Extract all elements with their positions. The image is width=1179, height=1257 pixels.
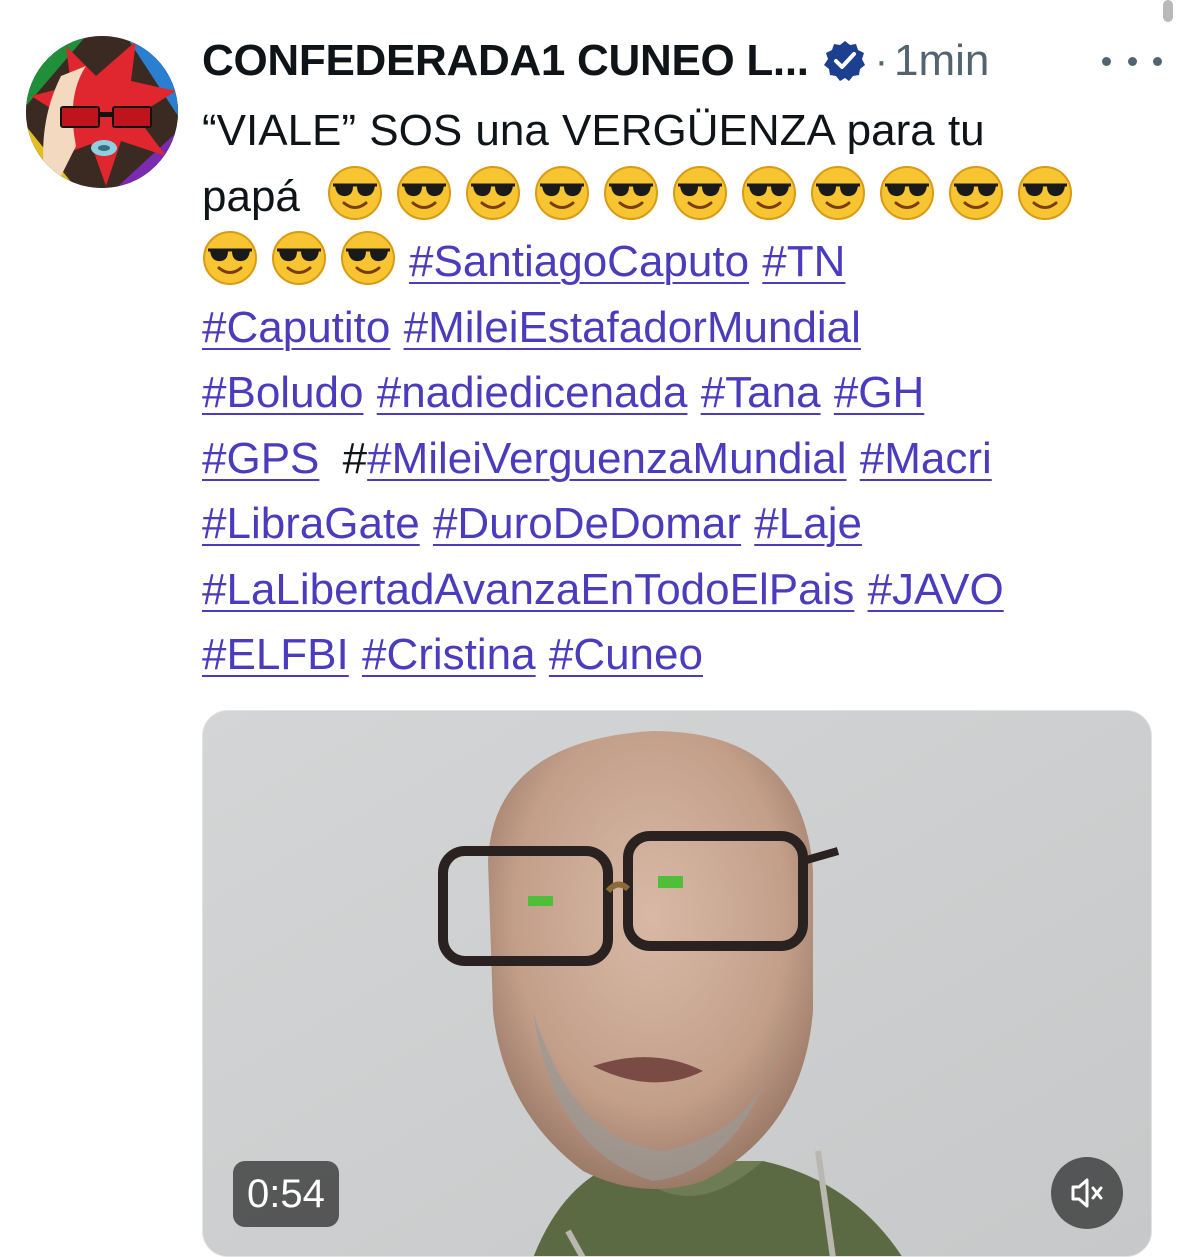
sunglasses-emoji-icon <box>465 165 521 221</box>
text-line-9: #ELFBI #Cristina #Cuneo <box>202 622 1152 688</box>
separator-dot: · <box>874 38 889 83</box>
scrollbar-thumb[interactable] <box>1163 0 1173 22</box>
sunglasses-emoji-icon <box>271 230 327 286</box>
hashtag[interactable]: #LibraGate <box>202 499 420 548</box>
hashtag[interactable]: #SantiagoCaputo <box>409 237 749 286</box>
stray-hash-text: # <box>342 433 368 483</box>
timestamp[interactable]: 1min <box>894 36 989 86</box>
speaker-muted-icon[interactable] <box>1051 1157 1123 1229</box>
hashtag[interactable]: #TN <box>762 237 845 286</box>
sunglasses-emoji-icon <box>879 165 935 221</box>
sunglasses-emoji-icon <box>340 230 396 286</box>
sunglasses-emoji-icon <box>327 165 383 221</box>
sunglasses-emoji-icon <box>672 165 728 221</box>
hashtag[interactable]: #Boludo <box>202 368 363 417</box>
sunglasses-emoji-icon <box>948 165 1004 221</box>
hashtag[interactable]: #DuroDeDomar <box>433 499 741 548</box>
tweet-text: “VIALE” SOS una VERGÜENZA para tu papá #… <box>202 98 1152 688</box>
hashtag[interactable]: #Macri <box>860 434 992 483</box>
video-duration: 0:54 <box>233 1161 339 1227</box>
hashtag[interactable]: #JAVO <box>868 565 1004 614</box>
text-line-2: papá <box>202 164 1152 230</box>
hashtag[interactable]: #Cristina <box>362 630 536 679</box>
more-options-icon[interactable] <box>1102 36 1162 86</box>
text-line-3: #SantiagoCaputo #TN <box>202 229 1152 295</box>
sunglasses-emoji-icon <box>202 230 258 286</box>
video-frame <box>203 711 1151 1256</box>
text-line-1: “VIALE” SOS una VERGÜENZA para tu <box>202 98 1152 164</box>
hashtag[interactable]: #MileiEstafadorMundial <box>404 303 861 352</box>
hashtag[interactable]: #GH <box>834 368 924 417</box>
hashtag[interactable]: #Caputito <box>202 303 390 352</box>
tweet-quote-text: “VIALE” SOS una VERGÜENZA para tu <box>202 106 985 155</box>
hashtag[interactable]: #GPS <box>202 434 319 483</box>
sunglasses-emoji-icon <box>1017 165 1073 221</box>
sunglasses-emoji-icon <box>396 165 452 221</box>
text-line-6: #GPS ##MileiVerguenzaMundial #Macri <box>202 426 1152 492</box>
tweet-header: CONFEDERADA1 CUNEO L... · 1min <box>202 30 1162 92</box>
hashtag[interactable]: #Tana <box>701 368 821 417</box>
sunglasses-emoji-icon <box>534 165 590 221</box>
hashtag[interactable]: #nadiedicenada <box>377 368 688 417</box>
sunglasses-emoji-icon <box>810 165 866 221</box>
avatar[interactable] <box>26 36 178 188</box>
verified-badge-icon[interactable] <box>823 39 867 83</box>
video-player[interactable]: 0:54 <box>202 710 1152 1257</box>
tweet-papa-text: papá <box>202 171 300 221</box>
text-line-7: #LibraGate #DuroDeDomar #Laje <box>202 491 1152 557</box>
hashtag[interactable]: #Cuneo <box>549 630 703 679</box>
text-line-4: #Caputito #MileiEstafadorMundial <box>202 295 1152 361</box>
tweet: CONFEDERADA1 CUNEO L... · 1min “VIALE” S… <box>0 0 1179 1257</box>
sunglasses-emoji-icon <box>603 165 659 221</box>
text-line-5: #Boludo #nadiedicenada #Tana #GH <box>202 360 1152 426</box>
hashtag[interactable]: #LaLibertadAvanzaEnTodoElPais <box>202 565 854 614</box>
hashtag[interactable]: #ELFBI <box>202 630 349 679</box>
sunglasses-emoji-icon <box>741 165 797 221</box>
text-line-8: #LaLibertadAvanzaEnTodoElPais #JAVO <box>202 557 1152 623</box>
display-name[interactable]: CONFEDERADA1 CUNEO L... <box>202 36 809 86</box>
hashtag[interactable]: #Laje <box>754 499 862 548</box>
hashtag[interactable]: #MileiVerguenzaMundial <box>367 434 846 483</box>
